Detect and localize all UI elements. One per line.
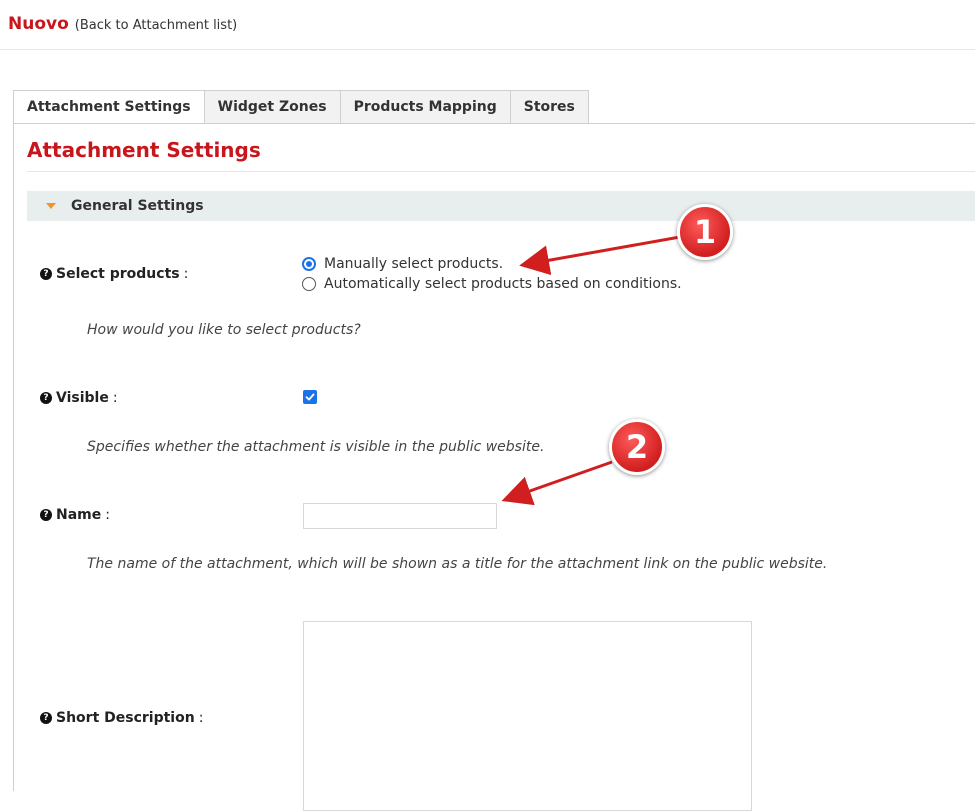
field-label-text: Name bbox=[56, 507, 102, 523]
visible-checkbox[interactable] bbox=[303, 390, 317, 404]
tab-widget-zones[interactable]: Widget Zones bbox=[204, 90, 341, 124]
field-label-text: Select products bbox=[56, 266, 180, 282]
callout-badge-1: 1 bbox=[677, 204, 733, 260]
help-icon[interactable]: ? bbox=[40, 268, 52, 280]
tab-stores[interactable]: Stores bbox=[510, 90, 589, 124]
panel-divider bbox=[27, 171, 975, 172]
radio-label: Automatically select products based on c… bbox=[324, 276, 682, 292]
select-products-label: ? Select products: bbox=[40, 266, 188, 282]
page-header: Nuovo (Back to Attachment list) bbox=[8, 14, 237, 38]
callout-badge-2: 2 bbox=[609, 419, 665, 475]
label-colon: : bbox=[112, 390, 118, 406]
field-label-text: Short Description bbox=[56, 710, 195, 726]
radio-button[interactable] bbox=[302, 277, 316, 291]
tab-products-mapping[interactable]: Products Mapping bbox=[340, 90, 511, 124]
radio-auto-select[interactable]: Automatically select products based on c… bbox=[302, 276, 682, 292]
tab-attachment-settings[interactable]: Attachment Settings bbox=[13, 90, 205, 124]
visible-label: ? Visible: bbox=[40, 390, 118, 406]
section-title: General Settings bbox=[71, 198, 204, 214]
label-colon: : bbox=[105, 507, 110, 523]
label-colon: : bbox=[183, 266, 189, 282]
radio-label: Manually select products. bbox=[324, 256, 504, 272]
radio-manual-select[interactable]: Manually select products. bbox=[302, 256, 503, 272]
tab-strip: Attachment Settings Widget Zones Product… bbox=[13, 90, 589, 124]
panel-heading: Attachment Settings bbox=[27, 138, 261, 162]
radio-button-checked[interactable] bbox=[302, 257, 316, 271]
name-hint: The name of the attachment, which will b… bbox=[87, 556, 828, 572]
checkmark-icon bbox=[305, 393, 315, 401]
short-description-label: ? Short Description: bbox=[40, 710, 203, 726]
short-description-textarea[interactable] bbox=[303, 621, 752, 811]
help-icon[interactable]: ? bbox=[40, 392, 52, 404]
name-input[interactable] bbox=[303, 503, 497, 529]
visible-hint: Specifies whether the attachment is visi… bbox=[87, 439, 545, 455]
page-title: Nuovo bbox=[8, 14, 69, 34]
field-label-text: Visible bbox=[56, 390, 109, 406]
tab-panel: Attachment Settings General Settings ? S… bbox=[13, 123, 975, 811]
general-settings-section-toggle[interactable]: General Settings bbox=[27, 191, 975, 221]
help-icon[interactable]: ? bbox=[40, 712, 52, 724]
name-label: ? Name: bbox=[40, 507, 110, 523]
caret-down-icon bbox=[46, 203, 56, 209]
back-to-list-link[interactable]: (Back to Attachment list) bbox=[75, 18, 237, 33]
select-products-hint: How would you like to select products? bbox=[87, 322, 361, 338]
label-colon: : bbox=[198, 710, 204, 726]
header-divider bbox=[0, 49, 975, 50]
help-icon[interactable]: ? bbox=[40, 509, 52, 521]
